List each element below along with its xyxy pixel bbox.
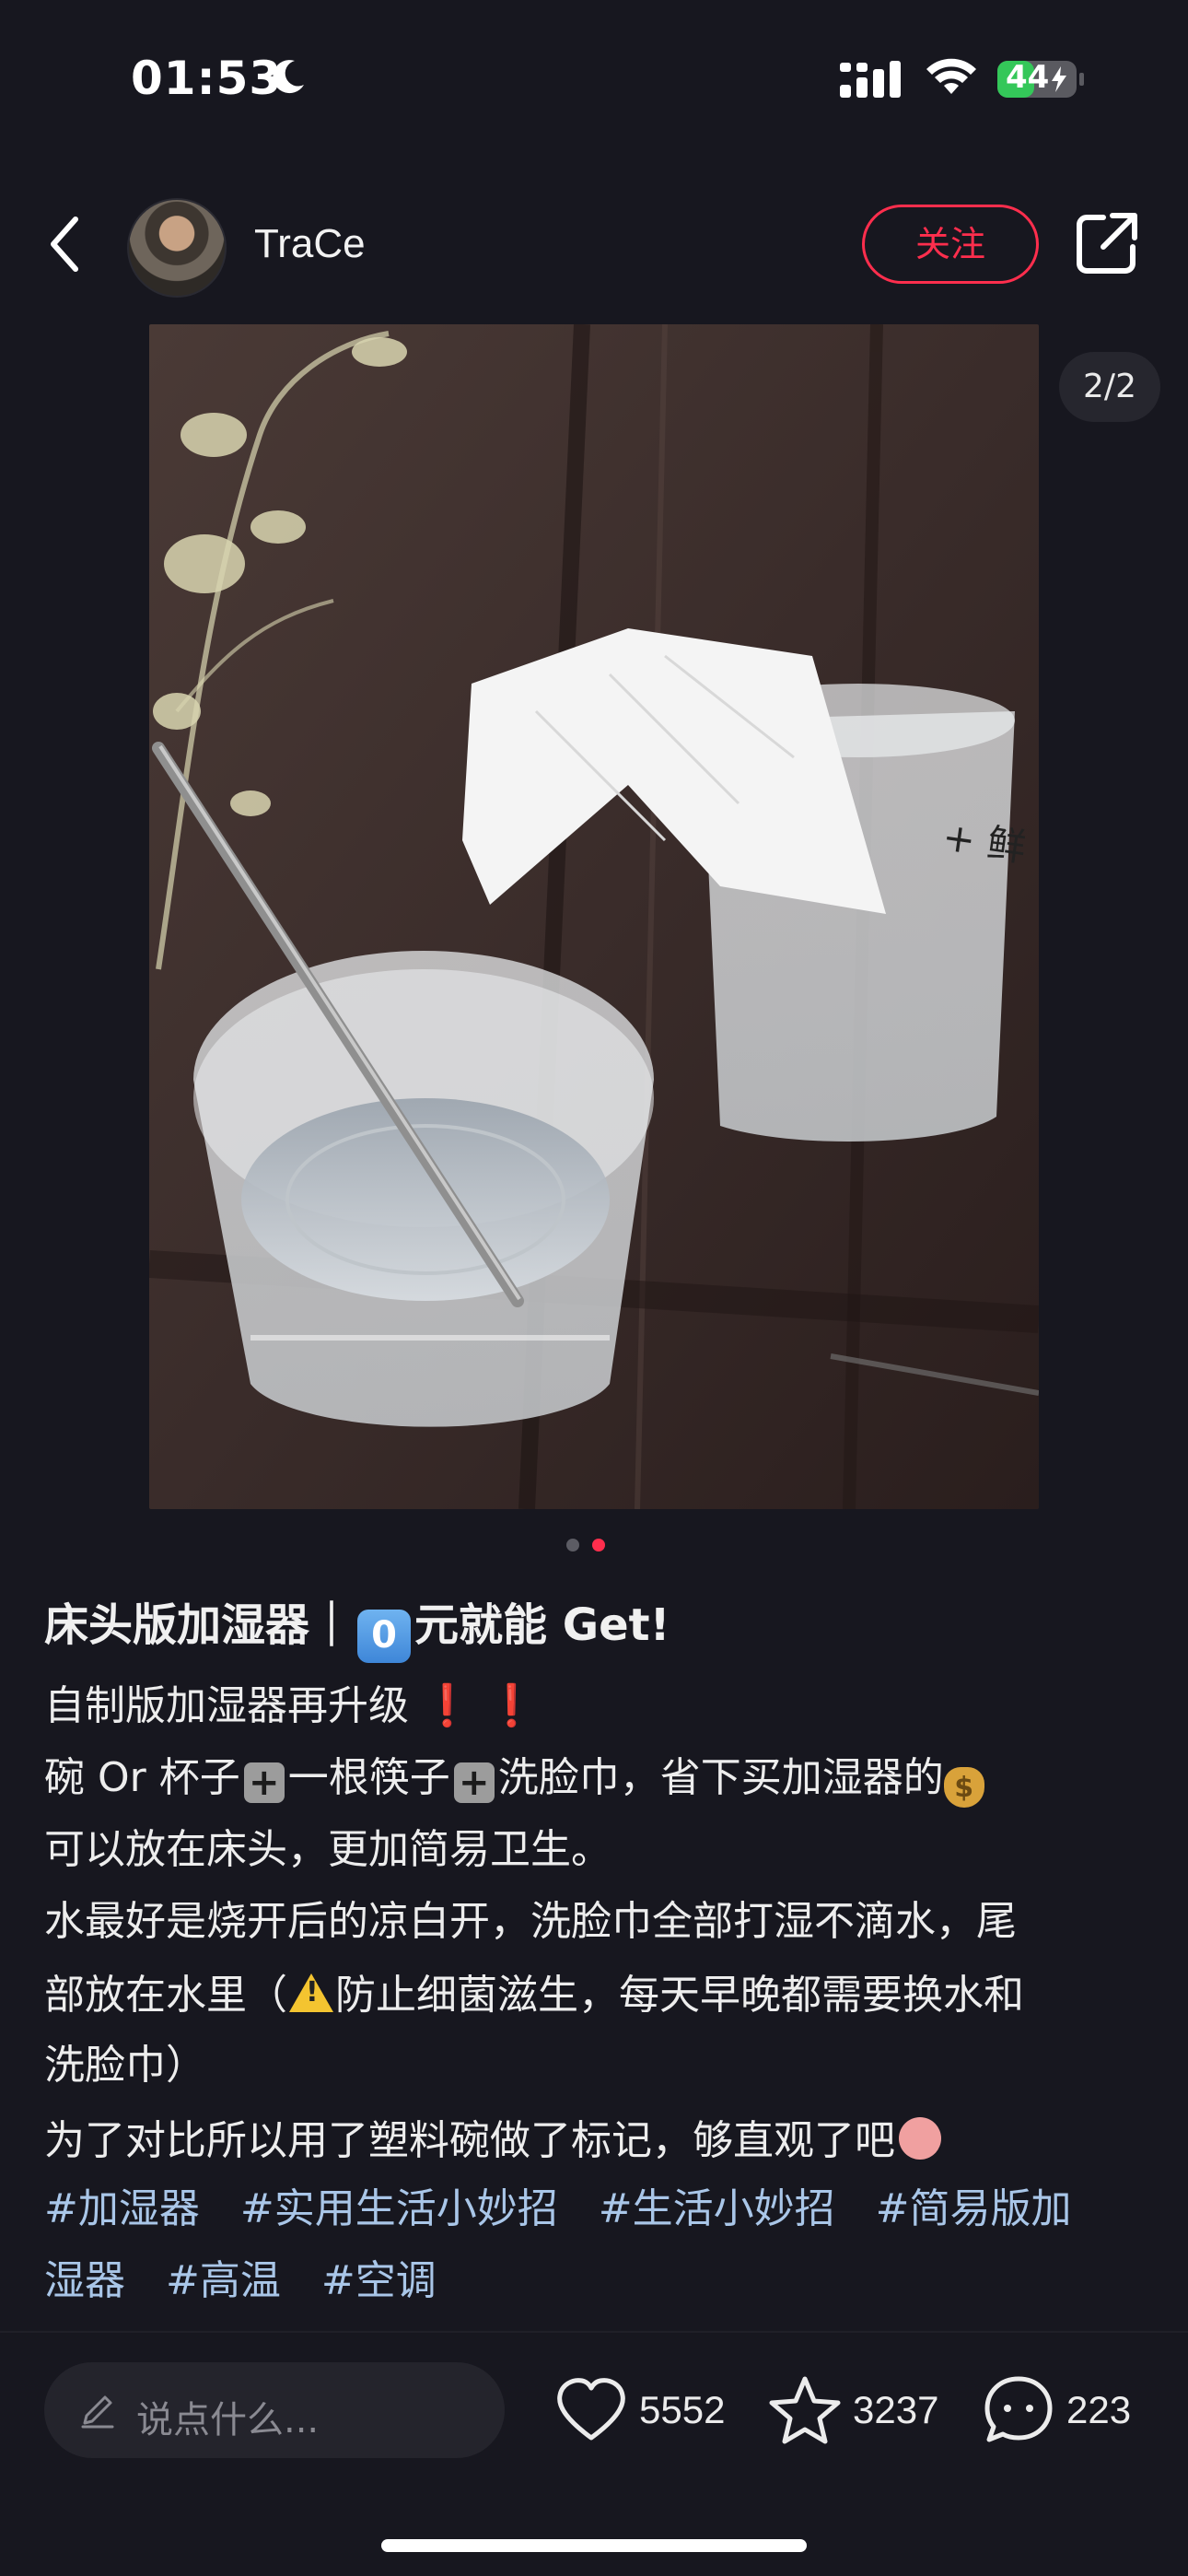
post-body-line: 碗 Or 杯子 + 一根筷子 + 洗脸巾，省下买加湿器的 $ <box>44 1758 984 1808</box>
status-bar: 01:53 44 <box>0 0 1188 157</box>
moon-icon <box>273 60 304 94</box>
hashtag-row: 湿器 #高温 #空调 <box>44 2261 464 2301</box>
author-username[interactable]: TraCe <box>254 221 366 267</box>
image-page-indicator: 2/2 <box>1059 352 1160 422</box>
post-body-line: 水最好是烧开后的凉白开，洗脸巾全部打湿不滴水，尾 <box>44 1898 1017 1945</box>
plus-icon: + <box>453 1762 495 1803</box>
hashtag-row: #加湿器 #实用生活小妙招 #生活小妙招 #简易版加 <box>44 2189 1072 2230</box>
comment-placeholder: 说点什么... <box>136 2399 320 2441</box>
hashtag-link[interactable]: #实用生活小妙招 <box>240 2185 558 2232</box>
cellular-signal-icon <box>840 61 901 98</box>
body-text: 部放在水里（ <box>44 1972 287 2019</box>
status-time: 01:53 <box>131 52 283 105</box>
post-header: TraCe 关注 <box>0 184 1188 304</box>
pencil-icon <box>81 2395 114 2429</box>
favorite-count: 3237 <box>853 2388 939 2431</box>
body-text: 防止细菌滋生，每天早晚都需要换水和 <box>335 1972 1024 2019</box>
battery-level: 44 <box>1006 59 1050 96</box>
like-count: 5552 <box>639 2388 726 2431</box>
body-text: 自制版加湿器再升级 <box>44 1682 409 1729</box>
divider <box>0 2331 1188 2333</box>
chevron-left-icon[interactable] <box>42 212 88 276</box>
comment-button[interactable]: 223 <box>982 2373 1147 2447</box>
hashtag-link[interactable]: #简易版加 <box>876 2185 1072 2232</box>
post-title-suffix: 元就能 Get! <box>414 1599 670 1651</box>
money-bag-icon: $ <box>943 1767 984 1808</box>
carousel-dot <box>566 1539 579 1551</box>
post-image[interactable]: + 鲜 <box>149 324 1039 1509</box>
warning-icon: ! <box>289 1973 333 2012</box>
hashtag-link[interactable]: #高温 <box>166 2257 281 2304</box>
post-body-line: 洗脸巾） <box>44 2042 206 2089</box>
carousel-dots <box>566 1539 622 1553</box>
star-icon <box>769 2376 841 2444</box>
comment-count: 223 <box>1066 2388 1132 2431</box>
body-text: 一根筷子 <box>287 1754 450 1801</box>
body-text: 碗 Or 杯子 <box>44 1754 240 1801</box>
favorite-button[interactable]: 3237 <box>768 2373 952 2447</box>
post-body-line: 自制版加湿器再升级 ❗ ❗ <box>44 1686 537 1727</box>
humidifier-photo: + 鲜 <box>149 324 1039 1509</box>
plus-icon: + <box>243 1762 285 1803</box>
hashtag-link[interactable]: #加湿器 <box>44 2185 200 2232</box>
comment-input[interactable]: 说点什么... <box>44 2362 505 2458</box>
post-title: 床头版加湿器｜ 0 元就能 Get! <box>44 1588 670 1663</box>
carousel-dot-active <box>592 1539 605 1551</box>
heart-icon <box>557 2378 625 2441</box>
follow-button[interactable]: 关注 <box>862 205 1039 284</box>
speech-bubble-icon <box>984 2376 1053 2442</box>
post-title-prefix: 床头版加湿器｜ <box>44 1599 355 1651</box>
keycap-zero-icon: 0 <box>357 1610 412 1663</box>
post-body-line: 部放在水里（! 防止细菌滋生，每天早晚都需要换水和 <box>44 1973 1024 2016</box>
like-button[interactable]: 5552 <box>554 2373 739 2447</box>
post-body-line: 可以放在床头，更加简易卫生。 <box>44 1826 611 1873</box>
body-text: 为了对比所以用了塑料碗做了标记，够直观了吧 <box>44 2117 895 2164</box>
exclamation-icons: ❗ ❗ <box>422 1682 537 1729</box>
post-body-line: 为了对比所以用了塑料碗做了标记，够直观了吧 <box>44 2117 941 2161</box>
home-indicator[interactable] <box>381 2539 807 2552</box>
hashtag-link[interactable]: #空调 <box>321 2257 437 2304</box>
avatar[interactable] <box>127 198 227 298</box>
body-text: 洗脸巾，省下买加湿器的 <box>497 1754 944 1801</box>
wifi-icon <box>926 58 976 94</box>
peach-face-icon <box>899 2117 941 2160</box>
share-icon[interactable] <box>1076 212 1138 275</box>
hashtag-link[interactable]: 湿器 <box>44 2257 125 2304</box>
hashtag-link[interactable]: #生活小妙招 <box>599 2185 835 2232</box>
